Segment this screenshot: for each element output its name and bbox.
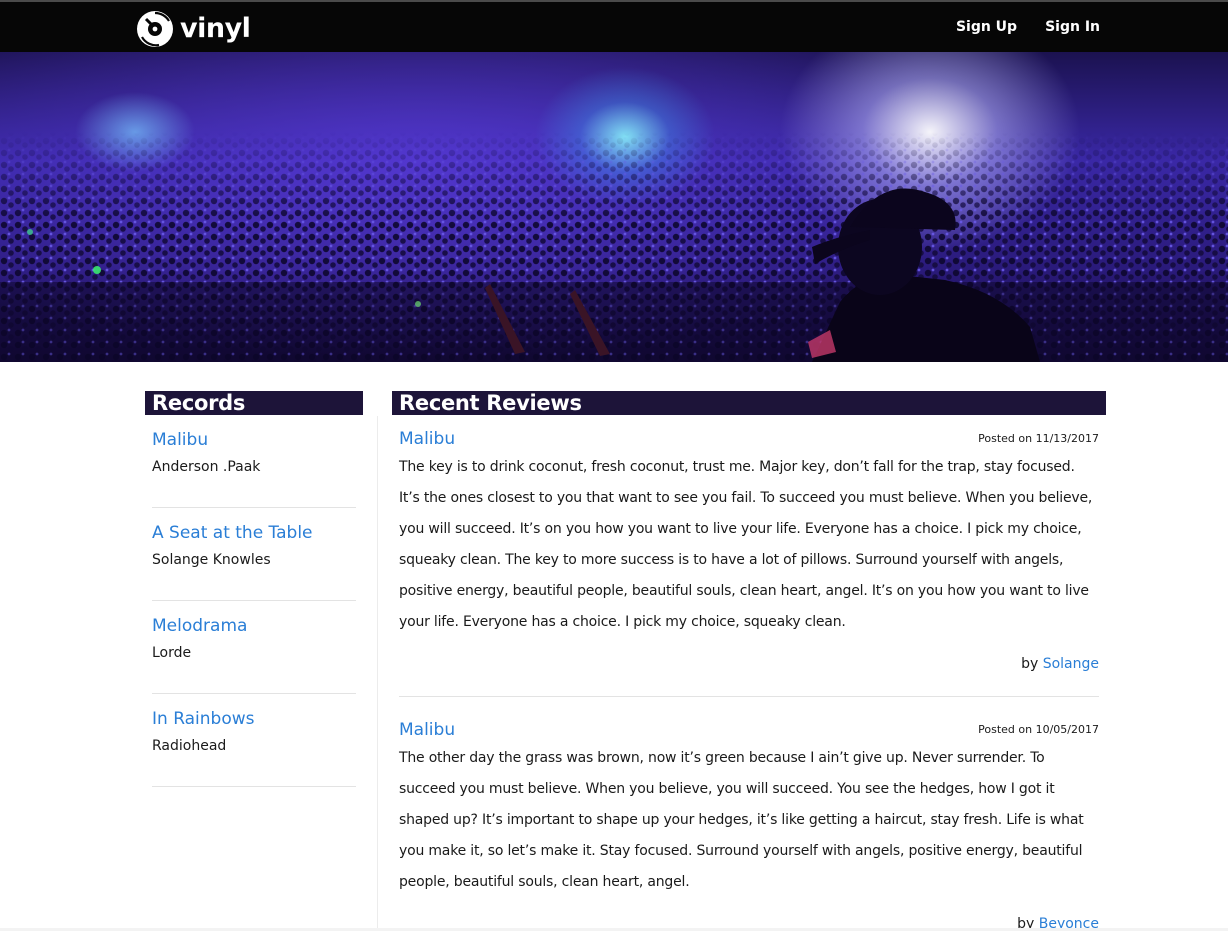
recent-reviews-section: Recent Reviews Malibu Posted on 11/13/20…	[392, 391, 1106, 932]
record-item: Melodrama Lorde	[152, 601, 356, 694]
review-byline: by Solange	[399, 656, 1099, 672]
record-item: A Seat at the Table Solange Knowles	[152, 508, 356, 601]
brand-name: vinyl	[180, 13, 251, 44]
review-divider	[399, 696, 1099, 697]
review-body: The other day the grass was brown, now i…	[399, 750, 1084, 890]
records-heading: Records	[145, 391, 363, 415]
record-item: Malibu Anderson .Paak	[152, 415, 356, 508]
hero-banner	[0, 52, 1228, 362]
review-card: Malibu Posted on 10/05/2017 The other da…	[399, 720, 1099, 932]
review-author-link[interactable]: Solange	[1043, 656, 1099, 672]
review-record-link[interactable]: Malibu	[399, 720, 455, 740]
header-nav: Sign Up Sign In	[928, 2, 1100, 52]
record-artist: Lorde	[152, 645, 192, 661]
review-card: Malibu Posted on 11/13/2017 The key is t…	[399, 429, 1099, 697]
sign-up-link[interactable]: Sign Up	[956, 19, 1017, 35]
byline-prefix: by	[1021, 656, 1039, 672]
record-item: In Rainbows Radiohead	[152, 694, 356, 787]
record-artist: Anderson .Paak	[152, 459, 261, 475]
concert-photo	[0, 132, 1228, 362]
record-artist: Radiohead	[152, 738, 227, 754]
brand-logo[interactable]: vinyl	[136, 10, 251, 48]
review-body: The key is to drink coconut, fresh cocon…	[399, 459, 1093, 630]
review-posted-date: Posted on 11/13/2017	[978, 432, 1099, 445]
vinyl-record-icon	[137, 11, 173, 47]
review-record-link[interactable]: Malibu	[399, 429, 455, 449]
record-artist: Solange Knowles	[152, 552, 271, 568]
record-title-link[interactable]: In Rainbows	[152, 694, 356, 729]
recent-reviews-heading: Recent Reviews	[392, 391, 1106, 415]
record-title-link[interactable]: A Seat at the Table	[152, 508, 356, 543]
review-posted-date: Posted on 10/05/2017	[978, 723, 1099, 736]
record-title-link[interactable]: Melodrama	[152, 601, 356, 636]
sign-in-link[interactable]: Sign In	[1045, 19, 1100, 35]
record-title-link[interactable]: Malibu	[152, 415, 356, 450]
top-navbar: vinyl Sign Up Sign In	[0, 0, 1228, 52]
column-divider	[377, 416, 378, 931]
records-sidebar: Records Malibu Anderson .Paak A Seat at …	[145, 391, 363, 787]
